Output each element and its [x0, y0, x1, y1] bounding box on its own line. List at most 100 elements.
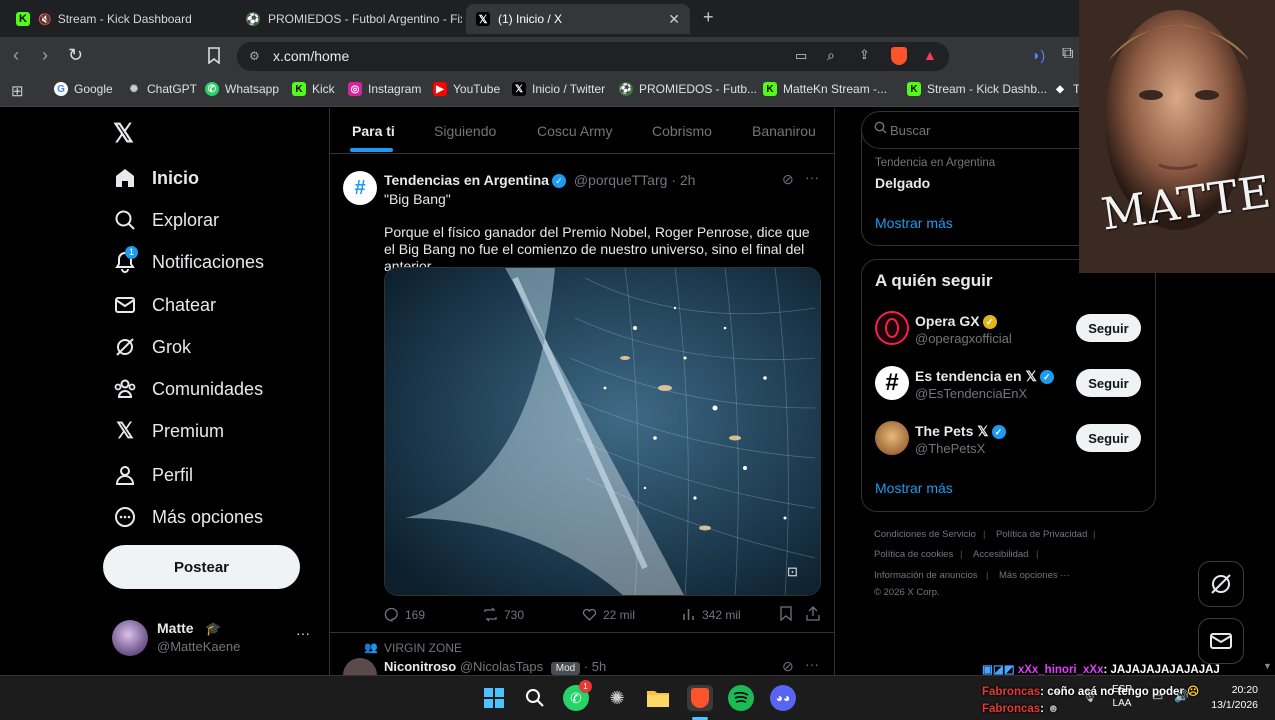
- reply-button[interactable]: 169: [384, 607, 425, 622]
- like-button[interactable]: 22 mil: [582, 607, 635, 622]
- tweet-more-icon[interactable]: ···: [805, 656, 819, 672]
- tweet-time[interactable]: · 2h: [671, 172, 695, 188]
- footer-link[interactable]: Condiciones de Servicio: [874, 529, 976, 540]
- reload-icon[interactable]: ↻: [68, 45, 83, 66]
- bookmark-whatsapp[interactable]: ✆ Whatsapp: [205, 82, 279, 96]
- tweet-author[interactable]: Tendencias en Argentina: [384, 172, 549, 188]
- tab-x-home[interactable]: 𝕏 (1) Inicio / X ✕: [466, 4, 690, 34]
- sidebar-item-mas-opciones[interactable]: Más opciones: [112, 497, 263, 537]
- sidebar-item-grok[interactable]: Grok: [112, 327, 191, 367]
- grok-explain-icon[interactable]: ⊘: [782, 658, 794, 675]
- discord-app-icon[interactable]: ◕◕: [770, 685, 796, 711]
- follow-button[interactable]: Seguir: [1076, 314, 1141, 342]
- footer-link[interactable]: Política de Privacidad: [996, 529, 1087, 540]
- file-explorer-icon[interactable]: [645, 685, 671, 711]
- bookmark-google[interactable]: G Google: [54, 82, 113, 96]
- tweet-author[interactable]: Niconitroso: [384, 659, 456, 674]
- bookmark-instagram[interactable]: ◎ Instagram: [348, 82, 421, 96]
- bookmark-chatgpt[interactable]: ✺ ChatGPT: [127, 82, 197, 96]
- language-indicator[interactable]: ESP LAA: [1112, 683, 1132, 711]
- forward-icon[interactable]: ›: [42, 45, 48, 66]
- bookmark-more[interactable]: ◆ T: [1053, 82, 1080, 96]
- hashtag-avatar-icon[interactable]: #: [343, 171, 377, 205]
- account-more-icon[interactable]: ···: [296, 625, 310, 641]
- community-name[interactable]: VIRGIN ZONE: [384, 641, 462, 655]
- footer-link[interactable]: Accesibilidad: [973, 549, 1028, 560]
- follow-suggestion[interactable]: # Es tendencia en 𝕏 ✓ @EsTendenciaEnX Seg…: [875, 366, 1145, 406]
- cast-icon[interactable]: ▭: [795, 48, 807, 64]
- show-more-trends-link[interactable]: Mostrar más: [875, 215, 953, 231]
- chatgpt-app-icon[interactable]: ✺: [604, 685, 630, 711]
- share-icon[interactable]: ⇪: [859, 47, 870, 63]
- follow-button[interactable]: Seguir: [1076, 424, 1141, 452]
- sidebar-item-explorar[interactable]: Explorar: [112, 200, 219, 240]
- volume-icon[interactable]: 🔊: [1174, 689, 1189, 703]
- bookmark-kick-dashboard[interactable]: K Stream - Kick Dashb...: [907, 82, 1047, 96]
- tweet-handle[interactable]: @porqueTTarg: [574, 172, 668, 188]
- back-icon[interactable]: ‹: [13, 45, 19, 66]
- account-switcher[interactable]: Matte 🎓 @MatteKaene ···: [112, 619, 322, 659]
- whatsapp-app-icon[interactable]: ✆ 1: [563, 680, 592, 711]
- brave-rewards-icon[interactable]: ▲: [923, 47, 937, 63]
- sidebar-item-chatear[interactable]: Chatear: [112, 285, 216, 325]
- grok-fab-button[interactable]: [1198, 561, 1244, 607]
- sidebar-item-notificaciones[interactable]: 1 Notificaciones: [112, 242, 264, 282]
- tweet-handle[interactable]: @NicolasTaps: [460, 659, 543, 674]
- views-button[interactable]: 342 mil: [681, 607, 741, 622]
- close-tab-icon[interactable]: ✕: [668, 11, 680, 28]
- image-edit-icon[interactable]: ⊡: [787, 564, 798, 580]
- footer-link[interactable]: Política de cookies: [874, 549, 953, 560]
- follow-button[interactable]: Seguir: [1076, 369, 1141, 397]
- show-more-follow-link[interactable]: Mostrar más: [875, 480, 953, 496]
- clock[interactable]: 20:20 13/1/2026: [1202, 683, 1258, 713]
- tab-cobrismo[interactable]: Cobrismo: [652, 123, 712, 139]
- tray-mic-icon[interactable]: 🎙: [1082, 689, 1097, 703]
- follow-suggestion[interactable]: Opera GX ✓ @operagxofficial Seguir: [875, 311, 1145, 351]
- footer-link[interactable]: Información de anuncios: [874, 570, 978, 581]
- follow-suggestion[interactable]: The Pets 𝕏 ✓ @ThePetsX Seguir: [875, 421, 1145, 461]
- zoom-icon[interactable]: ⌕: [827, 47, 835, 64]
- tweet-more-icon[interactable]: ···: [805, 169, 819, 185]
- bookmark-kick[interactable]: K Kick: [292, 82, 335, 96]
- brave-app-icon[interactable]: [687, 685, 713, 711]
- share-tweet-icon[interactable]: [806, 606, 820, 626]
- x-logo-icon[interactable]: 𝕏: [113, 118, 134, 149]
- tab-kick-dashboard[interactable]: K 🔇 Stream - Kick Dashboard: [6, 4, 234, 34]
- brave-shields-icon[interactable]: [891, 47, 907, 65]
- trend-name[interactable]: Delgado: [875, 175, 930, 191]
- avatar[interactable]: [343, 658, 377, 675]
- taskbar-search-button[interactable]: [522, 685, 548, 711]
- bookmark-mattekn-stream[interactable]: K MatteKn Stream -...: [763, 82, 887, 96]
- tab-promiedos[interactable]: ⚽ PROMIEDOS - Futbol Argentino - Fixt: [236, 4, 462, 34]
- start-button[interactable]: [481, 685, 507, 711]
- sidebar-item-comunidades[interactable]: Comunidades: [112, 369, 263, 409]
- grok-explain-icon[interactable]: ⊘: [782, 171, 794, 188]
- bookmark-promiedos[interactable]: ⚽ PROMIEDOS - Futb...: [619, 82, 757, 96]
- bookmark-youtube[interactable]: ▶ YouTube: [433, 82, 500, 96]
- tab-siguiendo[interactable]: Siguiendo: [434, 123, 496, 139]
- footer-link[interactable]: Más opciones ···: [999, 570, 1070, 581]
- messages-fab-button[interactable]: [1198, 618, 1244, 664]
- scroll-down-arrow-icon[interactable]: ▼: [1263, 661, 1272, 671]
- new-tab-button[interactable]: +: [703, 7, 714, 28]
- sidebar-item-inicio[interactable]: Inicio: [112, 158, 199, 198]
- bookmark-icon[interactable]: [207, 47, 221, 69]
- post-button[interactable]: Postear: [103, 545, 300, 589]
- bookmark-twitter[interactable]: 𝕏 Inicio / Twitter: [512, 82, 605, 96]
- repost-button[interactable]: 730: [483, 607, 524, 622]
- tab-para-ti[interactable]: Para ti: [352, 123, 395, 139]
- apps-grid-icon[interactable]: ⊞: [11, 82, 24, 100]
- tweet-time[interactable]: · 5h: [584, 659, 606, 674]
- leo-icon[interactable]: ◗): [1032, 47, 1045, 63]
- tweet[interactable]: # Tendencias en Argentina ✓ @porqueTTarg …: [330, 155, 834, 633]
- muted-speaker-icon[interactable]: 🔇: [38, 13, 52, 26]
- extensions-icon[interactable]: ⧉: [1062, 45, 1073, 63]
- bookmark-tweet-icon[interactable]: [780, 606, 792, 626]
- tab-coscu-army[interactable]: Coscu Army: [537, 123, 612, 139]
- tray-chevron-icon[interactable]: ⌃: [1052, 689, 1061, 702]
- tweet[interactable]: 👥 VIRGIN ZONE Niconitroso @NicolasTaps M…: [330, 634, 834, 675]
- sidebar-item-perfil[interactable]: Perfil: [112, 455, 193, 495]
- tweet-image[interactable]: ⊡: [384, 267, 821, 596]
- address-bar[interactable]: ⚙ x.com/home ▭ ⌕ ⇪ ▲: [237, 42, 949, 71]
- tab-bananirou[interactable]: Bananirou: [752, 123, 816, 139]
